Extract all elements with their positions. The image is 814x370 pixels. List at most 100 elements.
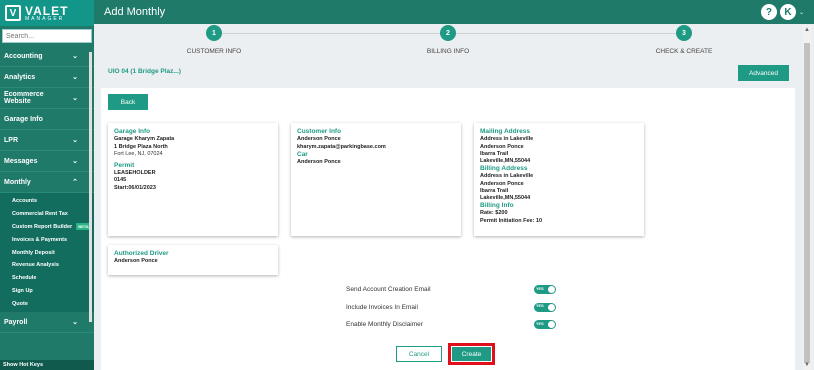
step-number: 2 bbox=[440, 25, 456, 41]
chevron-down-icon: ⌄ bbox=[72, 319, 78, 327]
address-line: Ibarra Trail bbox=[480, 187, 509, 194]
step-number: 3 bbox=[676, 25, 692, 41]
customer-name: Anderson Ponce bbox=[297, 136, 341, 143]
options-list: Send Account Creation Email YES Include … bbox=[346, 281, 556, 334]
chevron-up-icon: ⌃ bbox=[72, 179, 78, 186]
address-line: Lakeville,MN,55044 bbox=[480, 157, 531, 164]
permit-number: 0145 bbox=[114, 177, 127, 184]
option-send-email: Send Account Creation Email YES bbox=[346, 281, 556, 299]
card-heading: Billing Address bbox=[480, 165, 528, 172]
sidebar-item-label: Accounting bbox=[4, 52, 43, 60]
sidebar-item-garage-info[interactable]: Garage Info bbox=[0, 109, 94, 130]
customer-email: kharym.zapata@parkingbase.com bbox=[297, 143, 386, 150]
sidebar-scrollbar[interactable] bbox=[89, 52, 92, 322]
permit-fee: Permit Initiation Fee: 10 bbox=[480, 217, 543, 224]
step-customer-info[interactable]: 1 CUSTOMER INFO bbox=[154, 25, 274, 55]
step-check-create[interactable]: 3 CHECK & CREATE bbox=[624, 25, 744, 55]
valet-logo-icon: V bbox=[5, 5, 21, 21]
chevron-down-icon: ⌄ bbox=[72, 53, 78, 60]
address-line: Ibarra Trail bbox=[480, 150, 509, 157]
help-icon[interactable]: ? bbox=[760, 4, 777, 20]
address-line: Lakeville,MN,55044 bbox=[480, 194, 531, 201]
sidebar-item-monthly[interactable]: Monthly ⌃ bbox=[0, 172, 94, 193]
step-label: CHECK & CREATE bbox=[655, 48, 713, 55]
submenu-item-quote[interactable]: Quote bbox=[0, 297, 94, 310]
send-email-toggle[interactable]: YES bbox=[534, 285, 556, 295]
garage-city: Fort Lee, NJ, 07024 bbox=[114, 150, 163, 157]
back-button[interactable]: Back bbox=[108, 94, 148, 110]
billing-rate: Rate: $200 bbox=[480, 210, 508, 217]
top-header: Add Monthly ? K ⌄ bbox=[94, 0, 814, 24]
main-scrollbar[interactable]: ▲ ▼ bbox=[803, 25, 811, 370]
address-line: Anderson Ponce bbox=[480, 143, 524, 150]
scroll-down-icon[interactable]: ▼ bbox=[804, 362, 810, 368]
search-box bbox=[2, 29, 92, 43]
create-highlight: Create bbox=[448, 343, 495, 365]
lot-label: UIO 04 (1 Bridge Plaz...) bbox=[108, 68, 181, 75]
logo-subtitle: MANAGER bbox=[25, 15, 65, 22]
address-line: Address in Lakeville bbox=[480, 136, 534, 143]
card-heading: Mailing Address bbox=[480, 128, 530, 135]
chevron-down-icon: ⌄ bbox=[72, 74, 78, 81]
sidebar-item-label: Monthly bbox=[4, 178, 31, 186]
submenu-item-commercial-rent-tax[interactable]: Commercial Rent Tax bbox=[0, 208, 94, 221]
sidebar-item-messages[interactable]: Messages ⌄ bbox=[0, 151, 94, 172]
address-line: Address in Lakeville bbox=[480, 173, 534, 180]
search-input[interactable] bbox=[3, 32, 91, 40]
option-monthly-disclaimer: Enable Monthly Disclaimer YES bbox=[346, 316, 556, 334]
submenu-item-accounts[interactable]: Accounts bbox=[0, 195, 94, 208]
sidebar-item-ecommerce[interactable]: Ecommerce Website ⌄ bbox=[0, 88, 94, 109]
chevron-down-icon[interactable]: ⌄ bbox=[799, 9, 804, 16]
avatar[interactable]: K bbox=[779, 4, 796, 20]
authorized-driver-card: Authorized Driver Anderson Ponce bbox=[108, 245, 278, 275]
chevron-down-icon: ⌄ bbox=[72, 137, 78, 144]
scroll-up-icon[interactable]: ▲ bbox=[804, 27, 810, 33]
submenu-item-revenue-analysis[interactable]: Revenue Analysis bbox=[0, 259, 94, 272]
permit-type: LEASEHOLDER bbox=[114, 170, 156, 177]
step-billing-info[interactable]: 2 BILLING INFO bbox=[388, 25, 508, 55]
card-heading: Customer Info bbox=[297, 128, 342, 135]
option-label: Include Invoices In Email bbox=[346, 303, 418, 311]
include-invoices-toggle[interactable]: YES bbox=[534, 302, 556, 312]
page-title: Add Monthly bbox=[104, 6, 166, 18]
logo[interactable]: V VALET MANAGER bbox=[0, 0, 94, 26]
cancel-button[interactable]: Cancel bbox=[396, 346, 442, 362]
sidebar-item-label: LPR bbox=[4, 136, 18, 144]
option-include-invoices: Include Invoices In Email YES bbox=[346, 299, 556, 317]
sidebar-item-payroll[interactable]: Payroll ⌄ bbox=[0, 312, 94, 334]
stepper: 1 CUSTOMER INFO 2 BILLING INFO 3 CHECK &… bbox=[118, 25, 796, 57]
monthly-disclaimer-toggle[interactable]: YES bbox=[534, 320, 556, 330]
card-heading: Billing Info bbox=[480, 202, 514, 209]
sidebar-item-label: Messages bbox=[4, 157, 38, 165]
create-button[interactable]: Create bbox=[452, 347, 491, 361]
card-heading: Car bbox=[297, 150, 308, 158]
sidebar: V VALET MANAGER Accounting ⌄ Analytics ⌄… bbox=[0, 0, 94, 370]
option-label: Enable Monthly Disclaimer bbox=[346, 321, 423, 329]
advanced-button[interactable]: Advanced bbox=[738, 65, 789, 81]
monthly-submenu: Accounts Commercial Rent Tax Custom Repo… bbox=[0, 193, 94, 313]
sidebar-item-label: Ecommerce Website bbox=[4, 91, 44, 105]
sidebar-item-analytics[interactable]: Analytics ⌄ bbox=[0, 67, 94, 88]
step-label: BILLING INFO bbox=[426, 48, 470, 55]
step-number: 1 bbox=[206, 25, 222, 41]
submenu-item-custom-report-builder[interactable]: Custom Report Builder BETA bbox=[0, 221, 94, 234]
garage-name: Garage Kharym Zapata bbox=[114, 136, 175, 143]
car-value: Anderson Ponce bbox=[297, 159, 341, 166]
customer-info-card: Customer Info Anderson Ponce kharym.zapa… bbox=[291, 123, 461, 236]
card-heading: Garage Info bbox=[114, 128, 151, 135]
show-hot-keys[interactable]: Show Hot Keys bbox=[0, 360, 94, 370]
scrollbar-thumb[interactable] bbox=[804, 43, 810, 363]
garage-info-card: Garage Info Garage Kharym Zapata 1 Bridg… bbox=[108, 123, 278, 236]
submenu-item-sign-up[interactable]: Sign Up bbox=[0, 285, 94, 298]
permit-start: Start:06/01/2023 bbox=[114, 184, 156, 191]
card-heading: Permit bbox=[114, 161, 135, 169]
sidebar-item-lpr[interactable]: LPR ⌄ bbox=[0, 130, 94, 151]
submenu-item-invoices-payments[interactable]: Invoices & Payments bbox=[0, 233, 94, 246]
sidebar-item-accounting[interactable]: Accounting ⌄ bbox=[0, 46, 94, 67]
logo-title: VALET bbox=[25, 3, 69, 18]
submenu-item-monthly-deposit[interactable]: Monthly Deposit bbox=[0, 246, 94, 259]
card-heading: Authorized Driver bbox=[114, 250, 169, 257]
submenu-item-schedule[interactable]: Schedule bbox=[0, 272, 94, 285]
driver-name: Anderson Ponce bbox=[114, 258, 158, 265]
sidebar-item-label: Garage Info bbox=[4, 115, 43, 123]
